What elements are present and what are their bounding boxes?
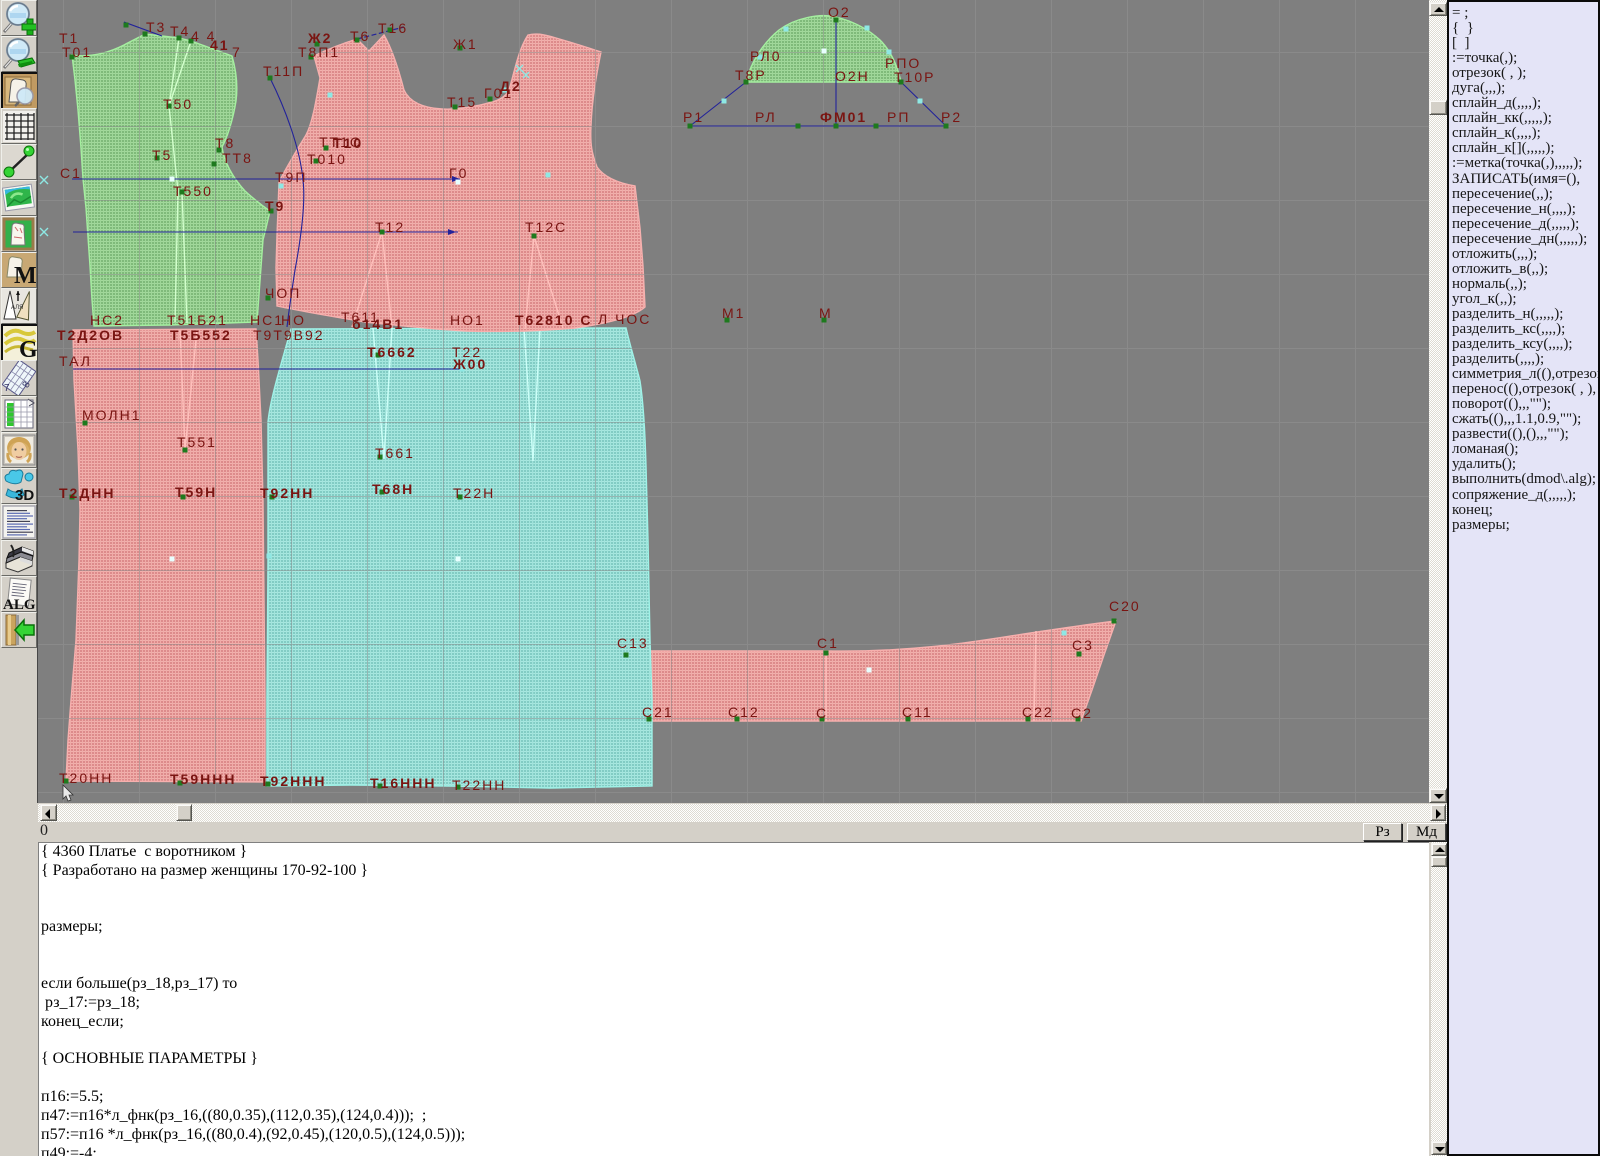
svg-text:G: G [19, 337, 37, 360]
svg-text:Ж00: Ж00 [452, 356, 487, 372]
svg-text:Г0: Г0 [449, 165, 468, 181]
svg-text:ФМ01: ФМ01 [820, 109, 867, 125]
svg-text:С21: С21 [642, 704, 674, 720]
svg-text:Т6662: Т6662 [367, 344, 417, 360]
svg-text:Т59ННН: Т59ННН [170, 771, 236, 787]
svg-text:С20: С20 [1109, 598, 1141, 614]
svg-text:Т68Н: Т68Н [372, 481, 414, 497]
svg-text:РЛ: РЛ [755, 109, 777, 125]
svg-text:Т51Б21: Т51Б21 [167, 312, 228, 328]
svg-text:Р1: Р1 [683, 109, 704, 125]
svg-text:Р2: Р2 [941, 109, 962, 125]
svg-text:Т15: Т15 [447, 94, 477, 110]
svg-text:41: 41 [210, 37, 230, 53]
svg-text:МОЛН1: МОЛН1 [82, 407, 141, 423]
svg-text:Т2Д2ОВ: Т2Д2ОВ [57, 327, 124, 343]
svg-text:б14В1: б14В1 [352, 316, 404, 332]
svg-text:Т8Р: Т8Р [735, 67, 767, 83]
svg-text:М: М [819, 305, 833, 321]
svg-text:7: 7 [4, 383, 10, 394]
svg-text:Т5Б552: Т5Б552 [170, 327, 232, 343]
svg-text:С2: С2 [1071, 705, 1093, 721]
svg-text:M: M [14, 263, 36, 287]
svg-text:Т16ННН: Т16ННН [370, 775, 436, 791]
svg-text:Т59Н: Т59Н [175, 484, 217, 500]
svg-text:С12: С12 [728, 704, 760, 720]
svg-text:НС2: НС2 [90, 312, 124, 328]
svg-text:Т12: Т12 [375, 219, 405, 235]
svg-text:Т92НН: Т92НН [260, 485, 314, 501]
svg-text:Т551: Т551 [177, 434, 217, 450]
svg-text:С22: С22 [1022, 704, 1054, 720]
svg-text:НО: НО [281, 312, 306, 328]
svg-text:ЧОП: ЧОП [265, 285, 301, 301]
svg-text:Т3: Т3 [146, 19, 166, 35]
svg-text:О2: О2 [828, 4, 851, 20]
svg-text:Л ЧОС: Л ЧОС [598, 311, 651, 327]
svg-text:Т50: Т50 [163, 96, 193, 112]
svg-text:Т01: Т01 [62, 44, 92, 60]
svg-text:Т22Н: Т22Н [453, 485, 495, 501]
svg-text:Т9П: Т9П [275, 169, 307, 185]
svg-text:7: 7 [232, 44, 242, 60]
svg-text:Т20НН: Т20НН [59, 770, 113, 786]
svg-text:Д2: Д2 [500, 78, 522, 94]
svg-text:Т6: Т6 [350, 28, 370, 44]
svg-text:Т10Р: Т10Р [894, 69, 935, 85]
svg-text:Т12С: Т12С [525, 219, 567, 235]
svg-text:Т4: Т4 [170, 23, 190, 39]
svg-text:Т010: Т010 [307, 151, 347, 167]
svg-text:Ж1: Ж1 [453, 36, 478, 52]
svg-text:С: С [816, 705, 828, 721]
svg-text:Т11П: Т11П [263, 63, 304, 79]
svg-text:Т62810 С: Т62810 С [515, 312, 592, 328]
svg-text:НО1: НО1 [450, 312, 485, 328]
svg-text:С13: С13 [617, 635, 649, 651]
svg-text:М1: М1 [722, 305, 745, 321]
svg-text:Т8: Т8 [215, 135, 235, 151]
svg-text:С11: С11 [902, 704, 933, 720]
svg-text:С3: С3 [1072, 637, 1094, 653]
svg-text:Т5: Т5 [152, 147, 172, 163]
svg-text:Т9: Т9 [265, 198, 285, 214]
svg-text:ТТ8: ТТ8 [222, 150, 253, 166]
svg-text:Т9Т9В92: Т9Т9В92 [253, 327, 325, 343]
svg-text:С1: С1 [60, 165, 82, 181]
svg-text:АЛЯ: АЛЯ [11, 305, 23, 311]
svg-text:Т10: Т10 [333, 135, 363, 151]
svg-text:3D: 3D [15, 487, 34, 503]
svg-text:РЛ0: РЛ0 [750, 48, 782, 64]
svg-text:Т661: Т661 [375, 445, 415, 461]
svg-text:Т22НН: Т22НН [452, 777, 506, 793]
svg-text:Т2ДНН: Т2ДНН [59, 485, 116, 501]
svg-text:ALG: ALG [3, 597, 36, 611]
svg-text:С1: С1 [817, 635, 839, 651]
svg-text:Т8П1: Т8П1 [298, 44, 340, 60]
svg-text:ТАЛ: ТАЛ [59, 353, 92, 369]
svg-text:Т16: Т16 [378, 20, 408, 36]
svg-text:Т92ННН: Т92ННН [260, 773, 326, 789]
svg-text:О2Н: О2Н [835, 68, 870, 84]
svg-text:РП: РП [887, 109, 910, 125]
svg-text:НС1: НС1 [250, 312, 284, 328]
svg-text:Т550: Т550 [173, 183, 213, 199]
